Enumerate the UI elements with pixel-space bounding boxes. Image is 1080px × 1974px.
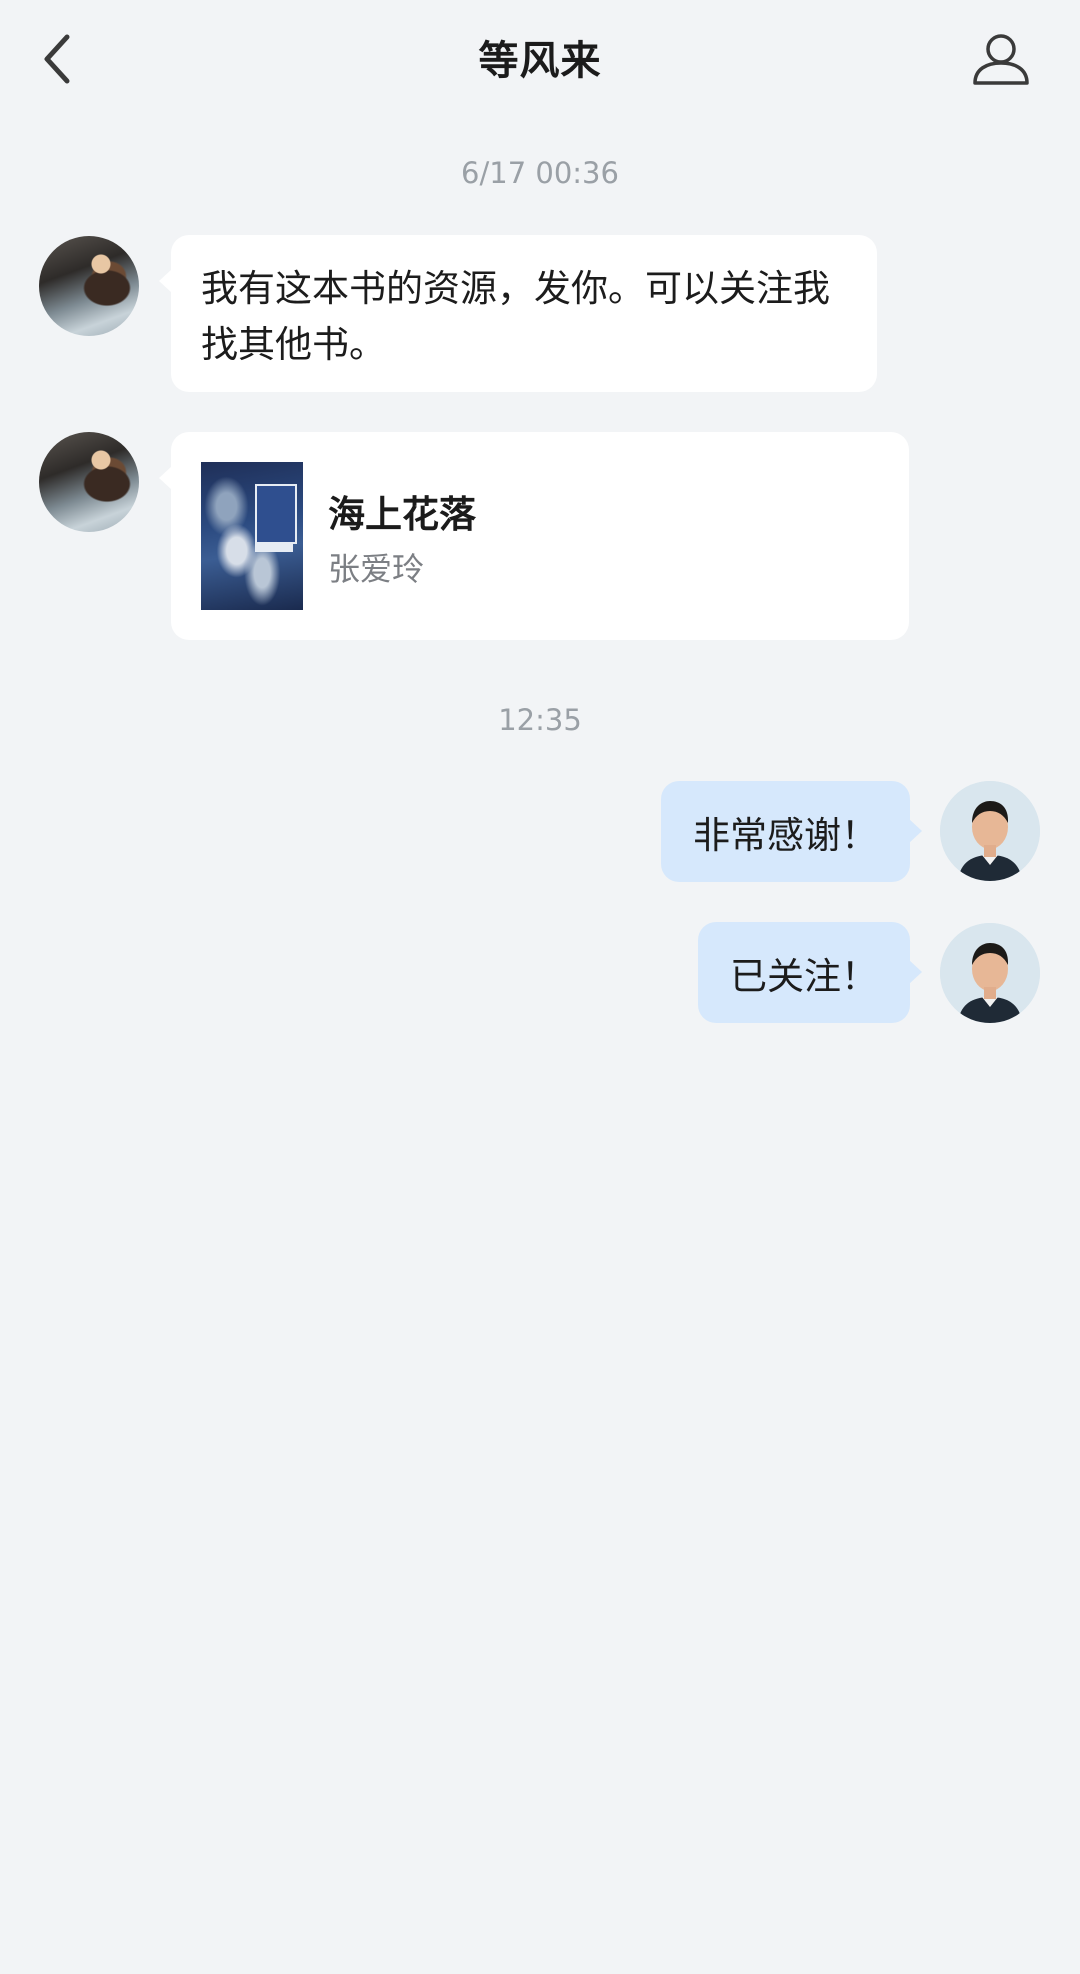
user-avatar-image: [940, 923, 1040, 1023]
message-timestamp: 6/17 00:36: [461, 156, 619, 190]
user-avatar[interactable]: [940, 923, 1040, 1023]
incoming-message-bubble[interactable]: 我有这本书的资源，发你。可以关注我找其他书。: [159, 235, 877, 392]
contact-avatar[interactable]: [39, 236, 139, 336]
user-avatar[interactable]: [940, 781, 1040, 881]
book-title: 海上花落: [328, 492, 476, 536]
outgoing-message-bubble[interactable]: 已关注！: [698, 922, 922, 1023]
book-share-card[interactable]: 海上花落 张爱玲: [159, 432, 909, 640]
book-cover-image: [201, 462, 303, 610]
outgoing-message-bubble[interactable]: 非常感谢！: [661, 781, 922, 882]
chat-title: 等风来: [478, 38, 602, 84]
message-timestamp: 12:35: [498, 703, 582, 737]
chat-header: 等风来: [0, 0, 1080, 120]
contact-avatar[interactable]: [39, 432, 139, 532]
profile-button[interactable]: [966, 24, 1036, 94]
book-author: 张爱玲: [328, 550, 425, 588]
person-icon: [973, 34, 1029, 85]
user-avatar-image: [940, 781, 1040, 881]
